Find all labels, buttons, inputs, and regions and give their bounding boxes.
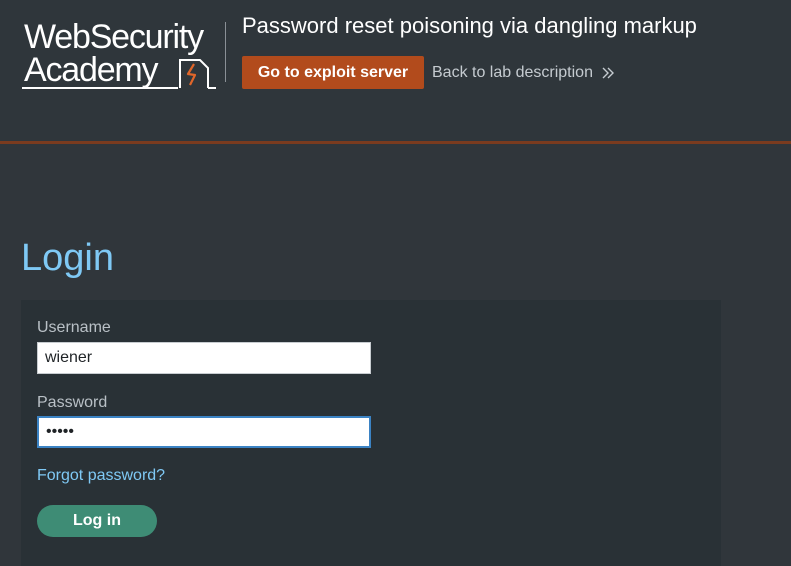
header-divider (225, 22, 226, 82)
back-link-label: Back to lab description (432, 64, 593, 81)
logo-underline (22, 87, 178, 89)
websecurity-academy-logo[interactable]: WebSecurity Academy (22, 18, 224, 92)
forgot-password-link[interactable]: Forgot password? (37, 466, 165, 486)
password-field[interactable] (37, 416, 371, 448)
site-header: WebSecurity Academy Password reset poiso… (0, 0, 791, 142)
back-to-lab-description-link[interactable]: Back to lab description (432, 61, 615, 85)
page-title: Login (21, 237, 114, 279)
username-label: Username (37, 319, 111, 336)
lab-title: Password reset poisoning via dangling ma… (242, 13, 697, 38)
username-field[interactable] (37, 342, 371, 374)
password-label: Password (37, 394, 108, 411)
log-in-button[interactable]: Log in (37, 505, 157, 537)
logo-text-line2: Academy (24, 51, 159, 89)
double-chevron-right-icon (602, 67, 614, 79)
exploit-server-button[interactable]: Go to exploit server (242, 56, 424, 89)
bolt-flask-icon (179, 59, 216, 89)
